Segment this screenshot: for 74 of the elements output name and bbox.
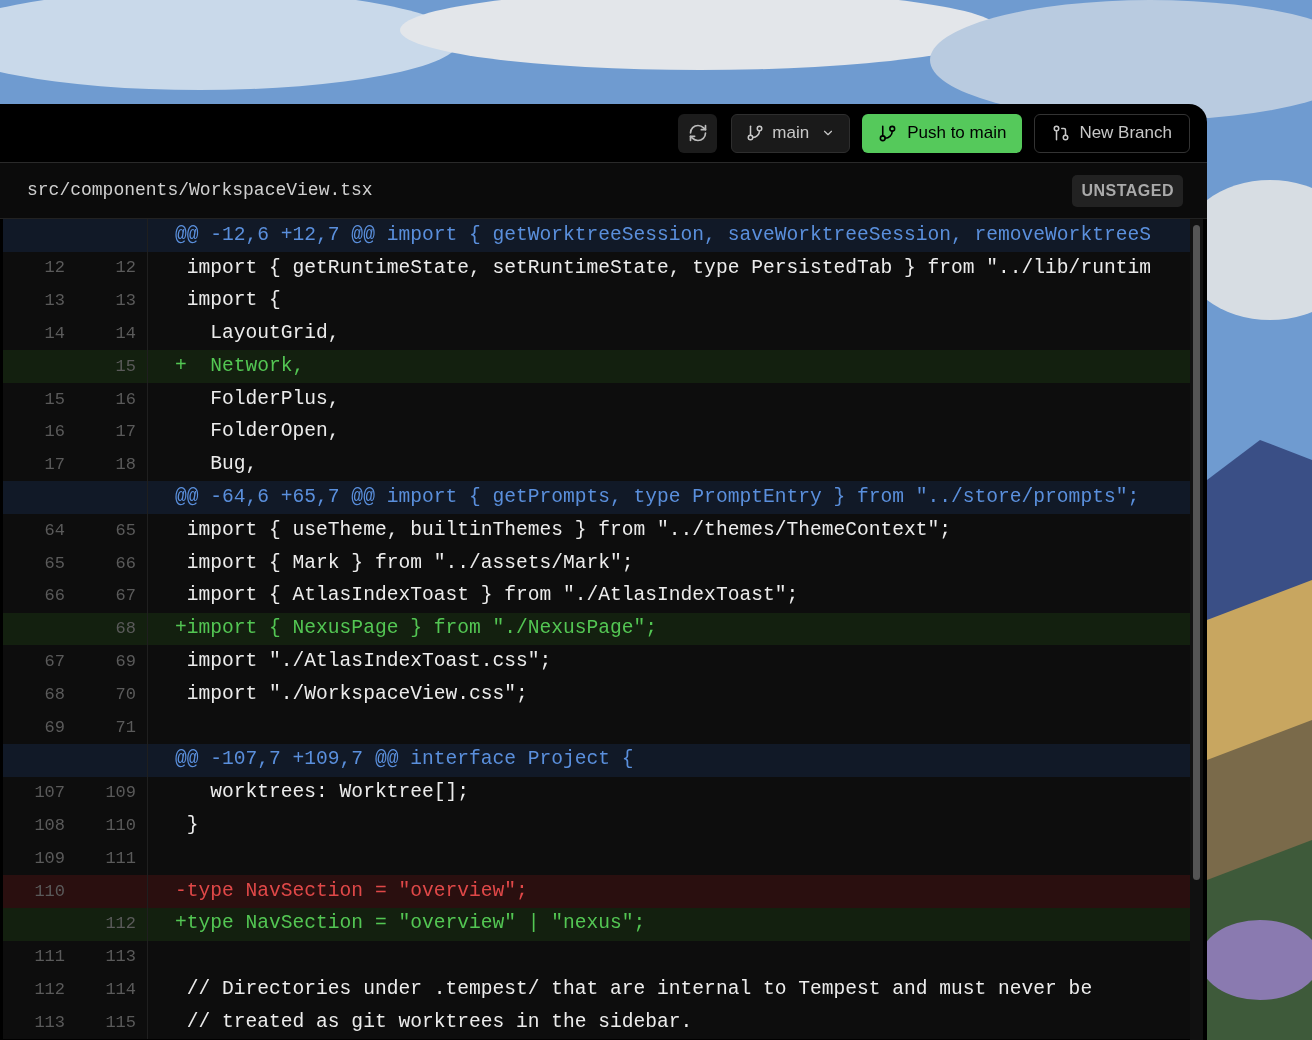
line-number: 109	[34, 847, 65, 870]
pull-request-icon	[1052, 124, 1071, 142]
line-number: 14	[44, 323, 65, 346]
line-number: 64	[44, 519, 65, 542]
hunk-header: @@ -64,6 +65,7 @@ import { getPrompts, type PromptEntry } from "../store/prompts";	[175, 485, 1140, 511]
line-number: 16	[115, 388, 136, 411]
branch-icon	[746, 124, 765, 142]
scrollbar-thumb[interactable]	[1193, 225, 1200, 880]
status-badge: UNSTAGED	[1072, 174, 1183, 207]
line-number: 112	[105, 913, 136, 936]
branch-icon	[878, 123, 898, 143]
line-number: 16	[44, 421, 65, 444]
line-number: 113	[105, 946, 136, 969]
line-number: 68	[44, 683, 65, 706]
code-line: Bug,	[209, 452, 258, 478]
code-line: -type NavSection = "overview";	[175, 878, 528, 904]
code-line: FolderPlus,	[209, 386, 340, 412]
line-number: 13	[44, 290, 65, 313]
code-line: import { getRuntimeState, setRuntimeState, type PersistedTab } from "../lib/runtim	[185, 255, 1151, 281]
line-number: 12	[115, 257, 136, 280]
line-number: 66	[115, 552, 136, 575]
line-number: 107	[34, 782, 65, 805]
code-line: // treated as git worktrees in the sidebar.	[185, 1009, 693, 1035]
code-line: +import { NexusPage } from "./NexusPage";	[175, 616, 658, 642]
refresh-button[interactable]	[678, 113, 718, 153]
code-line: LayoutGrid,	[209, 321, 340, 347]
push-button[interactable]: Push to main	[862, 113, 1023, 153]
line-number: 65	[44, 552, 65, 575]
code-line: }	[185, 813, 199, 839]
line-number: 110	[34, 880, 65, 903]
line-number: 108	[34, 815, 65, 837]
new-branch-button[interactable]: New Branch	[1034, 113, 1190, 153]
line-number: 65	[115, 519, 136, 542]
code-line: import "./WorkspaceView.css";	[185, 681, 528, 707]
line-number: 112	[34, 978, 65, 1001]
line-number: 69	[44, 716, 65, 739]
line-number: 115	[105, 1011, 136, 1034]
branch-name: main	[772, 122, 810, 145]
line-number: 15	[44, 388, 65, 411]
line-number: 67	[44, 651, 65, 673]
branch-dropdown[interactable]: main	[731, 113, 851, 153]
code-line: + Network,	[175, 353, 305, 379]
line-number: 69	[115, 651, 136, 673]
line-number: 67	[115, 585, 136, 608]
line-number: 109	[105, 782, 136, 805]
line-number: 14	[115, 323, 136, 346]
line-number: 13	[115, 290, 136, 313]
code-line: import {	[185, 288, 281, 314]
hunk-header: @@ -12,6 +12,7 @@ import { getWorktreeSession, saveWorktreeSession, removeWorktreeS	[175, 222, 1151, 248]
line-number: 15	[115, 355, 136, 378]
line-number: 12	[44, 257, 65, 280]
line-number: 17	[44, 454, 65, 477]
line-number: 17	[115, 421, 136, 444]
line-number: 111	[34, 946, 65, 969]
line-number: 68	[115, 618, 136, 641]
code-line: import { AtlasIndexToast } from "./AtlasIndexToast";	[185, 583, 799, 609]
code-line: import { Mark } from "../assets/Mark";	[185, 550, 634, 576]
refresh-icon	[687, 123, 708, 143]
line-number: 114	[105, 978, 136, 1001]
code-line: // Directories under .tempest/ that are internal to Tempest and must never be	[185, 977, 1093, 1003]
code-line: import { useTheme, builtinThemes } from "../themes/ThemeContext";	[185, 517, 952, 543]
code-line: worktrees: Worktree[];	[209, 780, 469, 806]
line-number: 66	[44, 585, 65, 608]
hunk-header: @@ -107,7 +109,7 @@ interface Project {	[175, 747, 634, 773]
code-line: FolderOpen,	[209, 419, 340, 445]
line-number: 18	[115, 454, 136, 477]
code-line: import "./AtlasIndexToast.css";	[185, 649, 552, 675]
file-path: src/components/WorkspaceView.tsx	[27, 179, 373, 202]
line-number: 110	[105, 815, 136, 837]
line-number: 70	[115, 683, 136, 706]
code-line: +type NavSection = "overview" | "nexus";	[175, 911, 646, 937]
line-number: 111	[105, 847, 136, 870]
line-number: 71	[115, 716, 136, 739]
line-number: 113	[34, 1011, 65, 1034]
